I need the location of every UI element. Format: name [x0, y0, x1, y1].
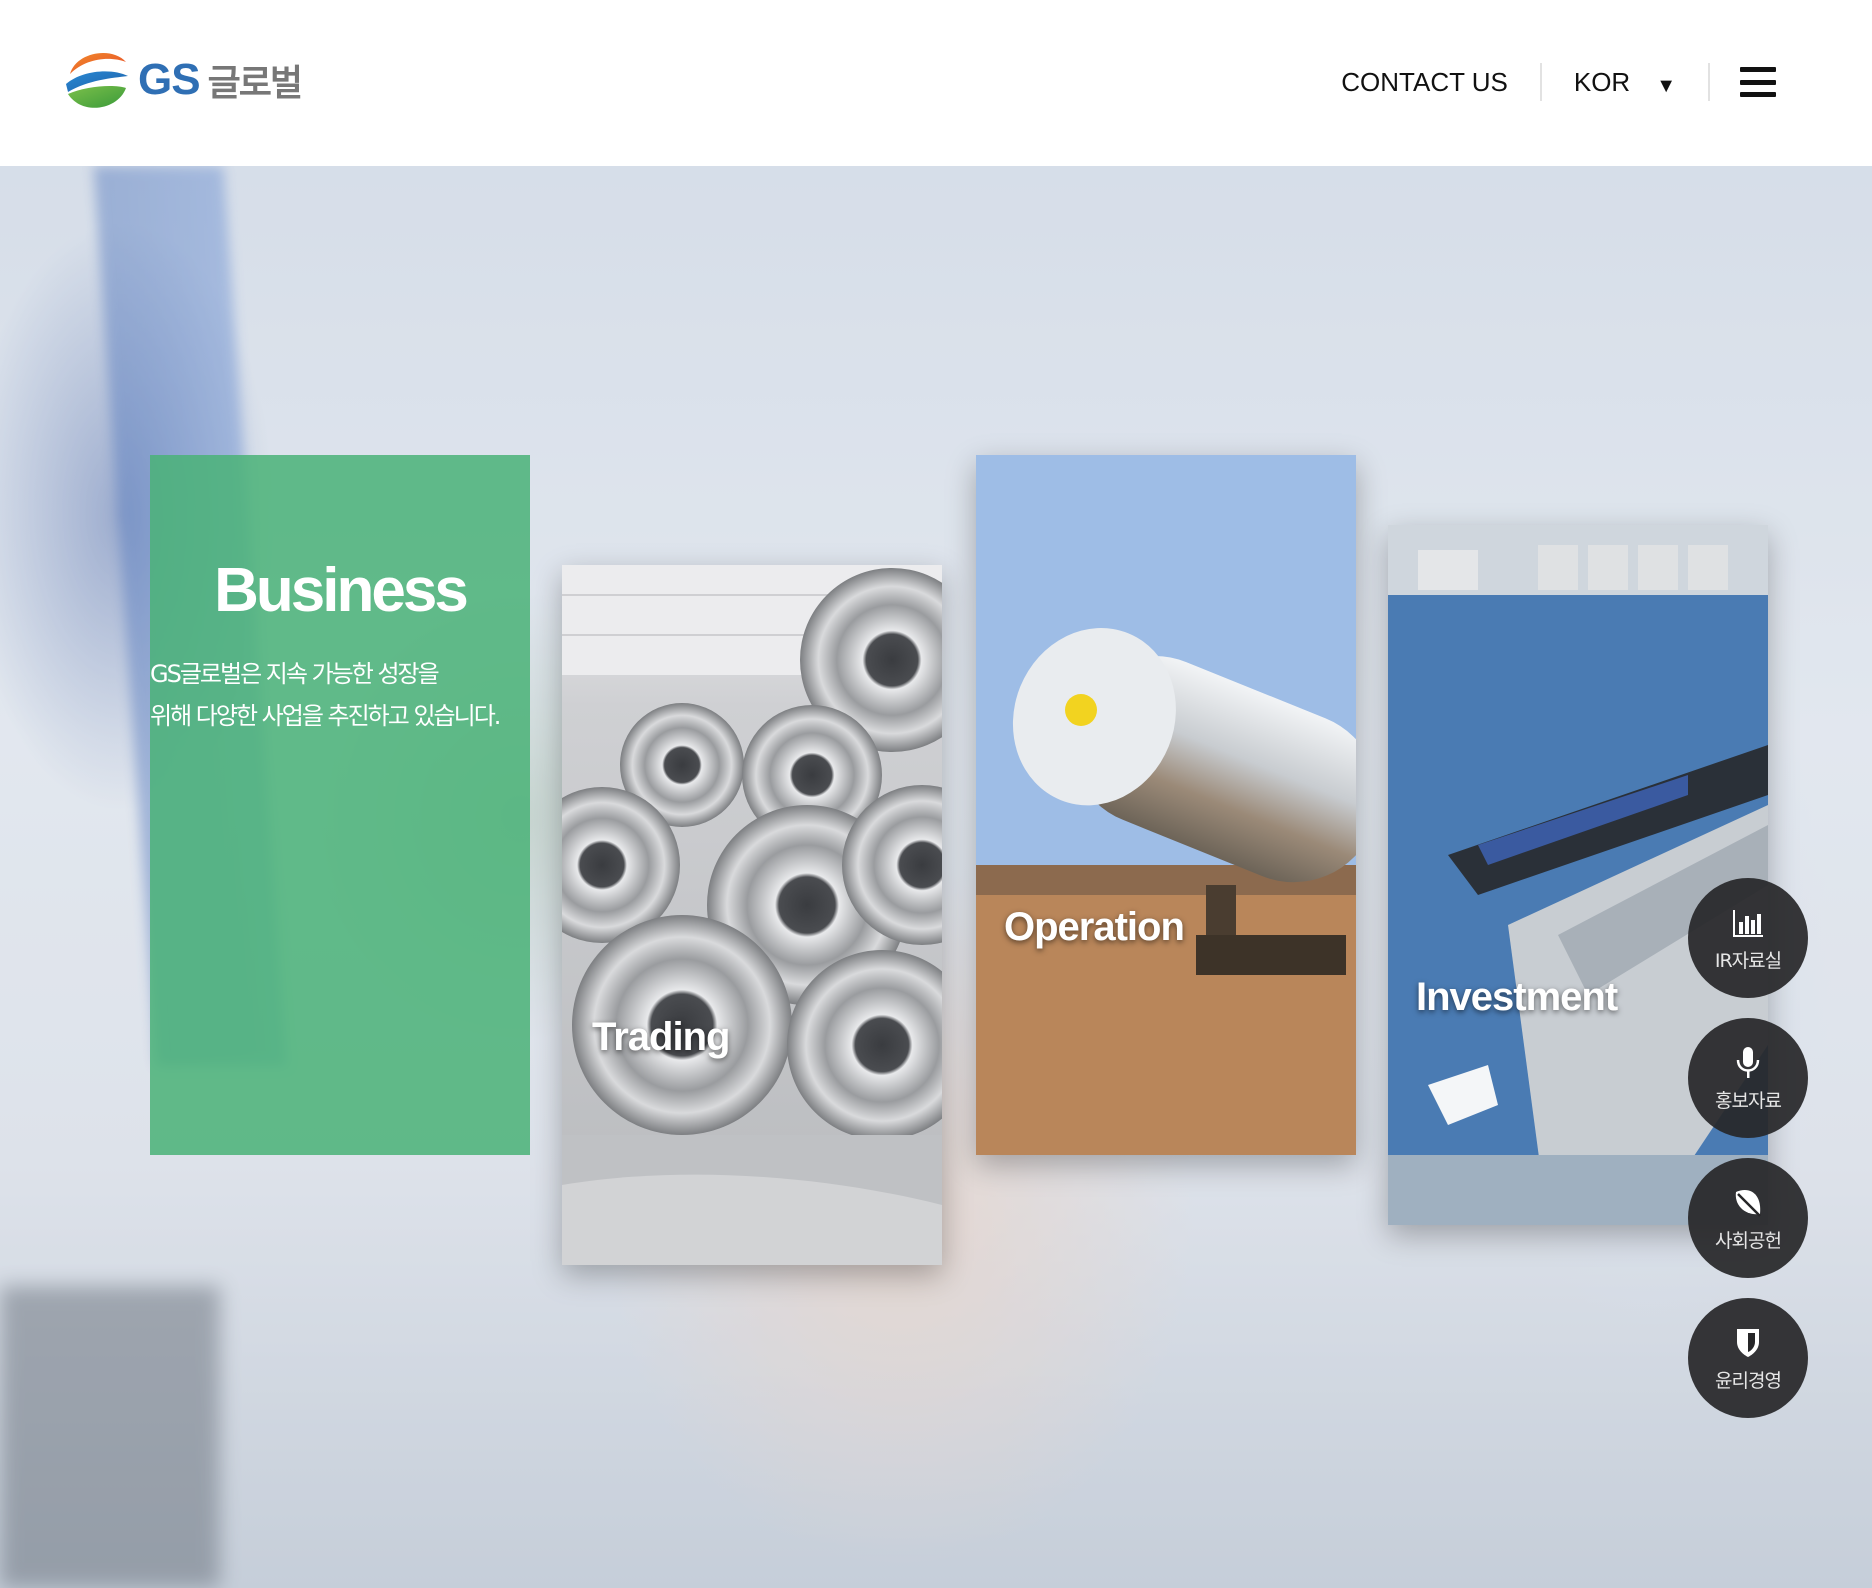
operation-title: Operation: [1004, 905, 1185, 949]
ir-archive-label: IR자료실: [1714, 949, 1782, 972]
business-description-line: GS글로벌은 지속 가능한 성장을: [150, 660, 440, 688]
caret-down-icon: ▼: [1656, 74, 1676, 97]
ir-archive-button[interactable]: IR자료실: [1688, 878, 1808, 998]
nav-divider: [1708, 63, 1710, 101]
social-contribution-button[interactable]: 사회공헌: [1688, 1158, 1808, 1278]
ethics-management-button[interactable]: 윤리경영: [1688, 1298, 1808, 1418]
business-description-line: 위해 다양한 사업을 추진하고 있습니다.: [150, 702, 501, 730]
logo-korean-text: 글로벌: [207, 63, 303, 104]
leaf-icon: [1735, 1189, 1761, 1217]
gs-global-logo[interactable]: GS 글로벌: [62, 44, 303, 116]
language-selector[interactable]: KOR ▼: [1542, 67, 1708, 98]
microphone-icon: [1736, 1046, 1760, 1078]
business-title: Business: [214, 556, 469, 625]
logo-text: GS: [138, 55, 201, 104]
background-shadow: [0, 1286, 220, 1588]
pressure-vessel-image: [976, 455, 1356, 1155]
hamburger-menu-icon[interactable]: [1740, 67, 1776, 97]
header-nav: CONTACT US KOR ▼: [1341, 60, 1776, 104]
ethics-management-label: 윤리경영: [1715, 1369, 1782, 1392]
trading-title: Trading: [592, 1015, 730, 1059]
pr-materials-label: 홍보자료: [1715, 1089, 1782, 1112]
contact-us-link[interactable]: CONTACT US: [1341, 67, 1540, 98]
investment-title: Investment: [1416, 975, 1618, 1019]
business-panel: Business GS글로벌은 지속 가능한 성장을 위해 다양한 사업을 추진…: [150, 455, 530, 1155]
operation-panel[interactable]: Operation: [976, 455, 1356, 1155]
bar-chart-icon: [1733, 909, 1763, 937]
shield-icon: [1737, 1328, 1759, 1357]
language-label: KOR: [1573, 66, 1631, 97]
business-description: GS글로벌은 지속 가능한 성장을 위해 다양한 사업을 추진하고 있습니다.: [150, 653, 530, 737]
site-header: GS 글로벌 CONTACT US KOR ▼: [0, 0, 1872, 166]
trading-panel[interactable]: Trading: [562, 565, 942, 1265]
pr-materials-button[interactable]: 홍보자료: [1688, 1018, 1808, 1138]
gs-logo-icon: [66, 52, 128, 108]
steel-coils-image: [562, 565, 942, 1265]
social-contribution-label: 사회공헌: [1715, 1229, 1782, 1252]
